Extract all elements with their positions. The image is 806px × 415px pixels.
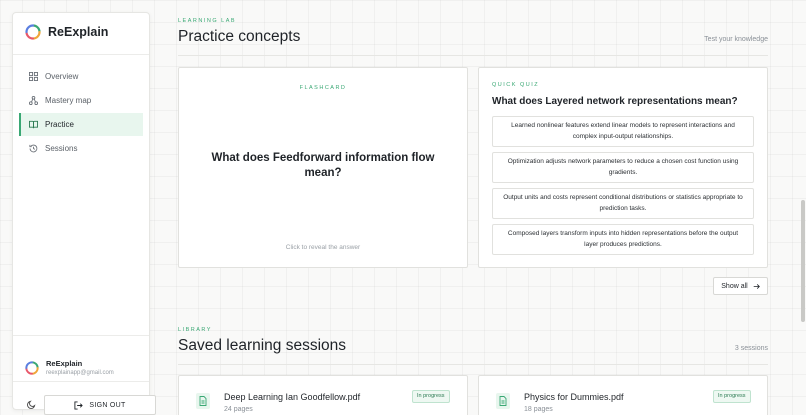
session-title: Deep Learning Ian Goodfellow.pdf	[224, 392, 361, 402]
session-card[interactable]: Deep Learning Ian Goodfellow.pdf 24 page…	[178, 375, 468, 415]
sidebar-nav: Overview Mastery map Practice Sessions	[19, 65, 143, 161]
sign-out-label: SIGN OUT	[89, 401, 126, 409]
sidebar-item-mastery-map[interactable]: Mastery map	[19, 89, 143, 112]
grid-icon	[29, 72, 38, 81]
document-icon	[496, 393, 510, 409]
session-count: 3 sessions	[734, 345, 768, 352]
status-badge: In progress	[713, 390, 751, 403]
scrollbar-thumb[interactable]	[801, 200, 805, 322]
flashcard-hint: Click to reveal the answer	[285, 244, 361, 251]
divider	[13, 381, 149, 382]
section-subtitle: Test your knowledge	[704, 36, 768, 43]
quick-quiz-card: QUICK QUIZ What does Layered network rep…	[478, 67, 768, 268]
brand[interactable]: ReExplain	[25, 24, 108, 40]
arrow-right-icon	[753, 283, 760, 289]
logo-icon	[25, 24, 41, 40]
theme-toggle-button[interactable]	[24, 397, 38, 411]
session-title: Physics for Dummies.pdf	[524, 392, 624, 402]
session-card[interactable]: Physics for Dummies.pdf 18 pages In prog…	[478, 375, 768, 415]
divider	[13, 335, 149, 336]
quiz-option[interactable]: Output units and costs represent conditi…	[492, 188, 754, 219]
section-eyebrow: LIBRARY	[178, 327, 212, 333]
quiz-option[interactable]: Optimization adjusts network parameters …	[492, 152, 754, 183]
divider	[178, 55, 768, 56]
history-icon	[29, 144, 38, 153]
flashcard-label: FLASHCARD	[299, 85, 347, 91]
sidebar-item-sessions[interactable]: Sessions	[19, 137, 143, 160]
user-email: reexplainapp@gmail.com	[46, 370, 114, 376]
sign-out-icon	[74, 400, 84, 410]
page-title: Practice concepts	[178, 28, 301, 45]
sidebar-item-label: Sessions	[45, 144, 78, 153]
sidebar-item-label: Practice	[45, 120, 74, 129]
status-badge: In progress	[412, 390, 450, 403]
section-eyebrow: LEARNING LAB	[178, 18, 237, 24]
sign-out-button[interactable]: SIGN OUT	[44, 395, 156, 415]
quiz-option[interactable]: Learned nonlinear features extend linear…	[492, 116, 754, 147]
sidebar-item-practice[interactable]: Practice	[19, 113, 143, 136]
section-title: Saved learning sessions	[178, 337, 347, 354]
sidebar-item-overview[interactable]: Overview	[19, 65, 143, 88]
sidebar-item-label: Mastery map	[45, 96, 92, 105]
network-icon	[29, 96, 38, 105]
user-name: ReExplain	[46, 359, 83, 368]
app-name: ReExplain	[48, 25, 109, 39]
moon-icon	[26, 400, 35, 409]
avatar	[25, 360, 39, 375]
session-pages: 24 pages	[224, 406, 253, 413]
book-icon	[29, 120, 38, 129]
quiz-question: What does Layered network representation…	[492, 96, 738, 107]
page-scrollbar[interactable]	[800, 0, 806, 415]
user-profile[interactable]: ReExplain reexplainapp@gmail.com	[25, 359, 114, 376]
flashcard-question: What does Feedforward information flow m…	[211, 152, 435, 179]
quiz-option[interactable]: Composed layers transform inputs into hi…	[492, 224, 754, 255]
sidebar: ReExplain Overview Mastery map Practice	[12, 12, 156, 415]
quiz-label: QUICK QUIZ	[492, 82, 540, 88]
quiz-options: Learned nonlinear features extend linear…	[492, 116, 754, 260]
divider	[13, 54, 149, 55]
document-icon	[196, 393, 210, 409]
show-all-label: Show all	[721, 282, 748, 290]
session-pages: 18 pages	[524, 406, 553, 413]
sidebar-item-label: Overview	[45, 72, 79, 81]
divider	[178, 364, 768, 365]
show-all-button[interactable]: Show all	[713, 277, 768, 295]
flashcard[interactable]: FLASHCARD What does Feedforward informat…	[178, 67, 468, 268]
